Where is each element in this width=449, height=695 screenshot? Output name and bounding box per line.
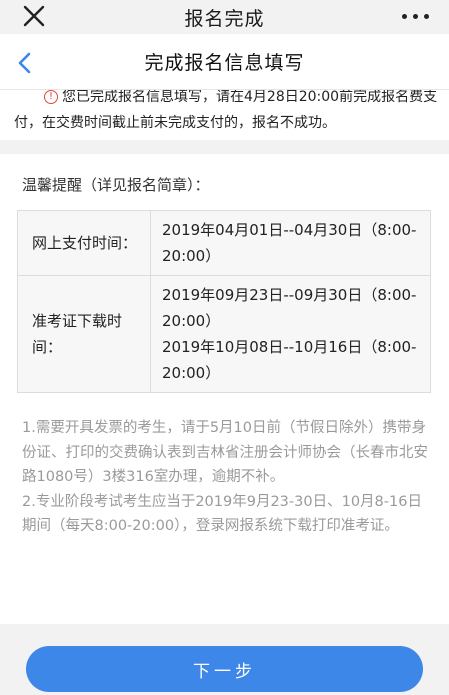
notice-line-2: 付，在交费时间截止前未完成支付的，报名不成功。: [14, 115, 336, 131]
note-item-1: 1.需要开具发票的考生，请于5月10日前（节假日除外）携带身份证、打印的交费确认…: [22, 420, 428, 485]
note-item-2: 2.专业阶段考试考生应当于2019年9月23-30日、10月8-16日期间（每天…: [22, 493, 422, 535]
reminder-heading: 温馨提醒（详见报名简章）：: [22, 176, 210, 194]
notice-line-1: ! 您已完成报名信息填写，请在4月28日20:00前完成报名费支: [14, 90, 438, 110]
wechat-title: 报名完成: [184, 7, 265, 30]
page-title: 完成报名信息填写: [144, 52, 305, 74]
reminder-notes: 1.需要开具发票的考生，请于5月10日前（节假日除外）携带身份证、打印的交费确认…: [22, 416, 432, 539]
table-row: 准考证下载时间： 2019年09月23日--09月30日（8:00-20:00）…: [17, 275, 431, 393]
back-arrow-icon[interactable]: [16, 52, 34, 74]
table-label-ticket-download-time: 准考证下载时间：: [17, 275, 151, 393]
section-divider: [0, 140, 449, 154]
close-icon[interactable]: [22, 4, 46, 28]
page-nav-bar: 完成报名信息填写: [0, 34, 449, 90]
reminder-card: 温馨提醒（详见报名简章）： 网上支付时间： 2019年04月01日--04月30…: [0, 154, 449, 624]
schedule-table: 网上支付时间： 2019年04月01日--04月30日（8:00-20:00） …: [17, 210, 431, 393]
warning-icon: !: [44, 90, 58, 104]
next-step-button[interactable]: 下一步: [26, 646, 423, 692]
table-label-payment-time: 网上支付时间：: [17, 210, 151, 276]
more-icon[interactable]: [402, 14, 429, 19]
wechat-top-bar: 报名完成: [0, 0, 449, 34]
table-value-payment-time: 2019年04月01日--04月30日（8:00-20:00）: [150, 210, 431, 276]
payment-notice: ! 您已完成报名信息填写，请在4月28日20:00前完成报名费支 付，在交费时间截…: [0, 90, 449, 140]
table-row: 网上支付时间： 2019年04月01日--04月30日（8:00-20:00）: [17, 210, 431, 276]
table-value-ticket-download-time: 2019年09月23日--09月30日（8:00-20:00） 2019年10月…: [150, 275, 431, 393]
